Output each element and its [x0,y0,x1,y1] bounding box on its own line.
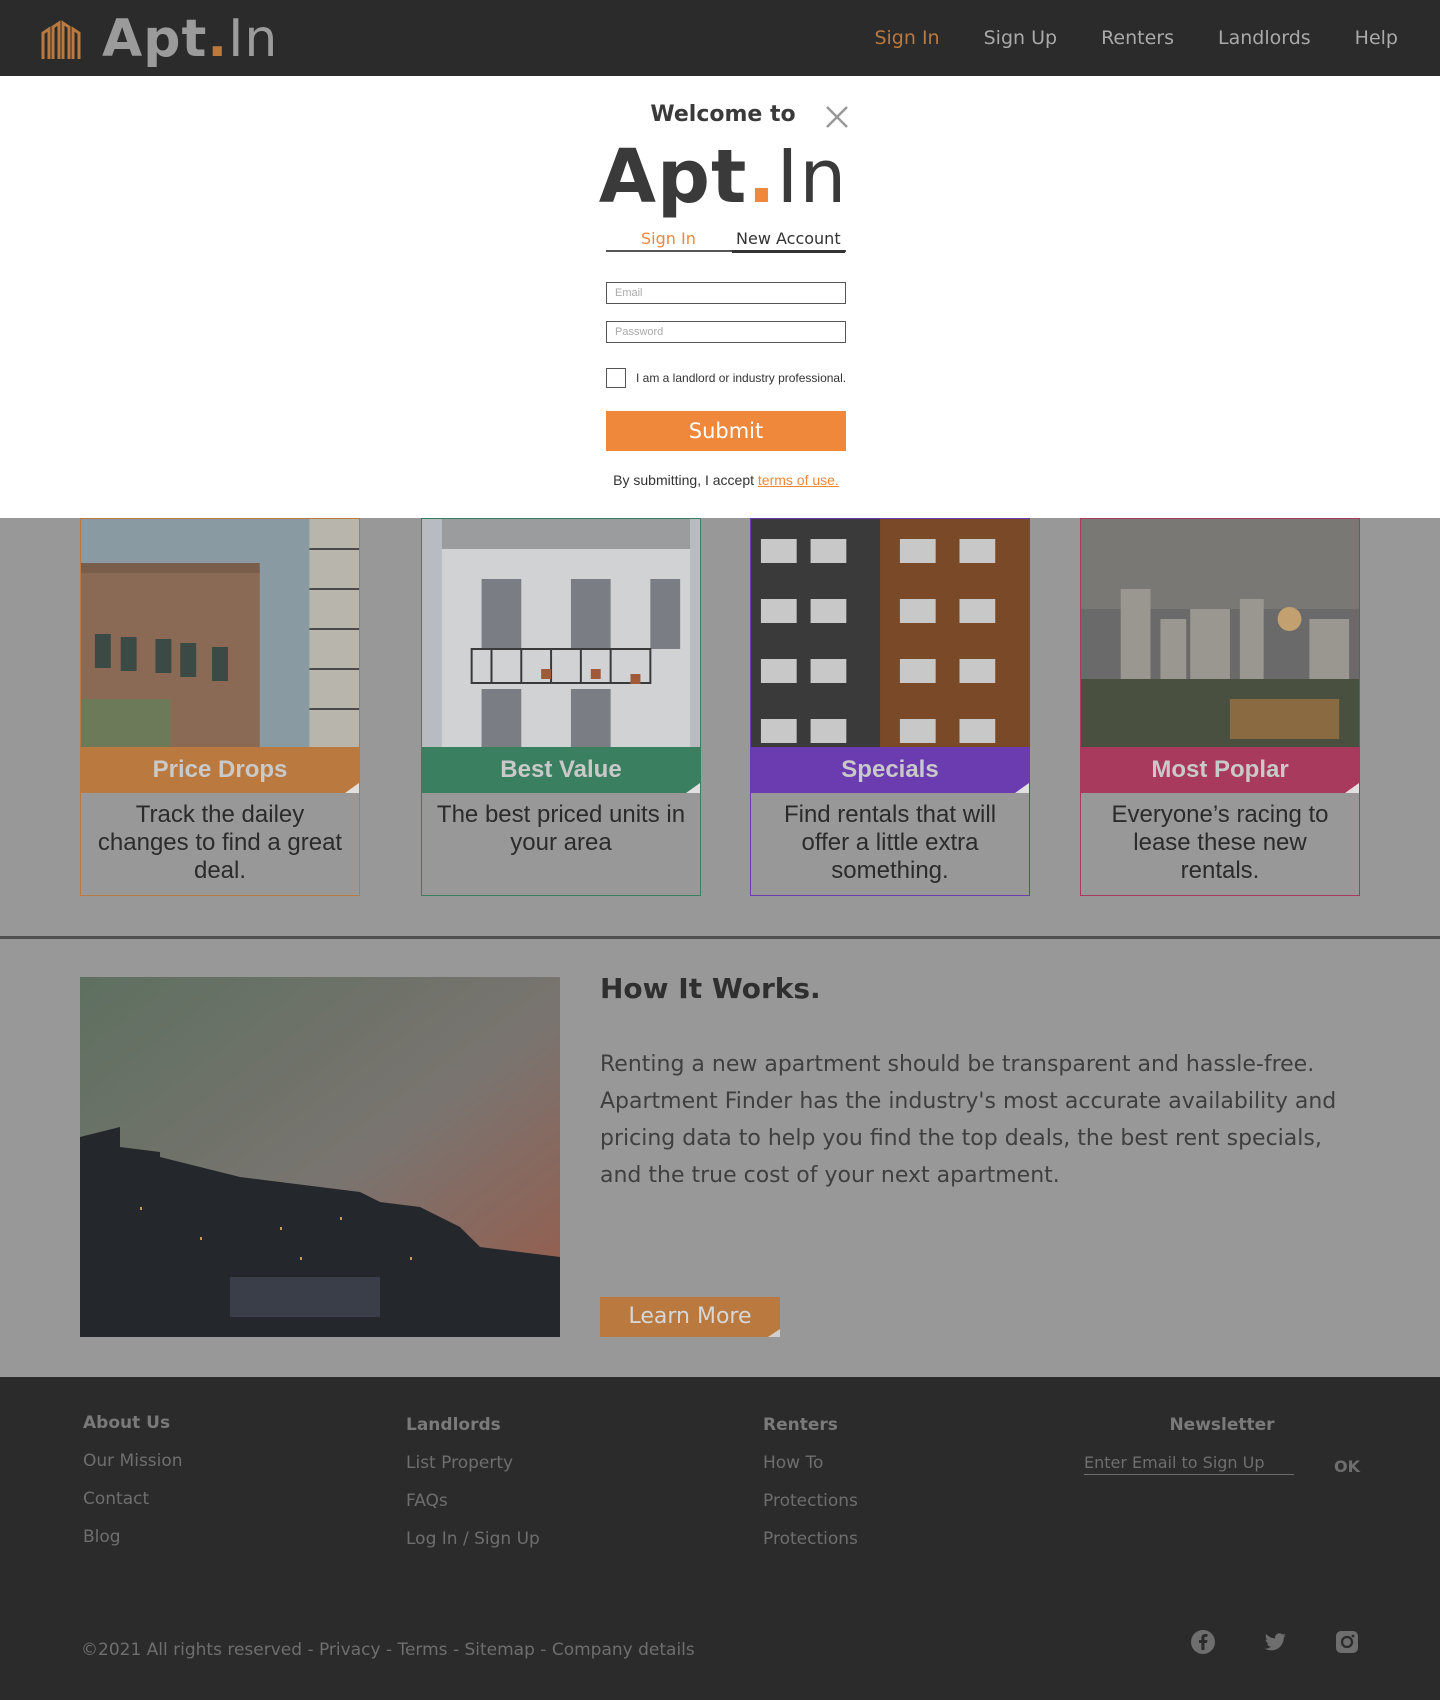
main-nav: Sign In Sign Up Renters Landlords Help [852,0,1440,76]
instagram-icon[interactable] [1334,1629,1360,1655]
card-title: Best Value [422,747,700,793]
footer-link[interactable]: Blog [83,1527,183,1565]
close-icon[interactable] [824,104,850,130]
footer-heading[interactable]: About Us [83,1413,183,1433]
site-logo[interactable]: Apt.In [40,10,278,68]
facebook-icon[interactable] [1190,1629,1216,1655]
top-header: Apt.In Sign In Sign Up Renters Landlords… [0,0,1440,76]
learn-more-button[interactable]: Learn More [600,1297,780,1337]
email-field[interactable] [606,282,846,304]
terms-text: By submitting, I accept terms of use. [0,472,1440,488]
footer-link[interactable]: How To [763,1453,858,1491]
tab-new-account[interactable]: New Account [732,228,845,253]
nav-sign-up[interactable]: Sign Up [984,27,1057,49]
landlord-checkbox[interactable] [606,368,626,388]
submit-button[interactable]: Submit [606,411,846,451]
password-field[interactable] [606,321,846,343]
how-it-works-body: Renting a new apartment should be transp… [600,1052,1337,1188]
modal-welcome: Welcome to [650,102,796,127]
modal-logo: Apt.In [598,134,848,220]
card-title: Specials [751,747,1029,793]
section-divider [0,936,1440,939]
modal-tabs: Sign In New Account [606,228,846,253]
card-image-city-skyline [1081,519,1359,747]
card-specials[interactable]: Specials Find rentals that will offer a … [750,518,1030,896]
card-description: Track the dailey changes to find a great… [97,801,343,884]
terms-link[interactable]: terms of use. [758,472,839,488]
copyright-text: ©2021 All rights reserved - Privacy - Te… [81,1640,695,1660]
landlord-checkbox-label: I am a landlord or industry professional… [636,371,847,385]
nav-landlords[interactable]: Landlords [1218,27,1311,49]
sign-in-modal: Welcome to Apt.In Sign In New Account I … [0,76,1440,518]
logo-wordmark: Apt.In [102,9,279,69]
footer-col-landlords: Landlords List Property FAQs Log In / Si… [406,1415,540,1567]
card-title: Most Poplar [1081,747,1359,793]
nav-help[interactable]: Help [1355,27,1398,49]
nav-renters[interactable]: Renters [1101,27,1174,49]
footer-link[interactable]: Log In / Sign Up [406,1529,540,1567]
footer-link[interactable]: Protections [763,1529,858,1567]
card-description: Everyone’s racing to lease these new ren… [1111,801,1329,884]
footer-heading: Renters [763,1415,838,1435]
newsletter-email-input[interactable] [1084,1451,1294,1475]
card-title: Price Drops [81,747,359,793]
footer-link[interactable]: Our Mission [83,1451,183,1489]
footer-col-about: About Us Our Mission Contact Blog [83,1413,183,1565]
terms-prefix: By submitting, I accept [613,472,758,488]
card-price-drops[interactable]: Price Drops Track the dailey changes to … [80,518,360,896]
footer-link[interactable]: Contact [83,1489,183,1527]
landlord-checkbox-row: I am a landlord or industry professional… [606,368,846,388]
buildings-logo-icon [41,20,81,59]
how-it-works-image-sunset-buildings [80,977,560,1337]
newsletter-ok-button[interactable]: OK [1334,1457,1360,1476]
card-description: The best priced units in your area [436,801,686,856]
footer-heading: Landlords [406,1415,501,1435]
how-it-works-title: How It Works. [600,972,821,1005]
footer-link[interactable]: FAQs [406,1491,540,1529]
footer-link[interactable]: List Property [406,1453,540,1491]
newsletter-heading: Newsletter [1169,1415,1275,1435]
card-image-brick-building [81,519,359,747]
nav-sign-in[interactable]: Sign In [874,27,939,49]
card-best-value[interactable]: Best Value The best priced units in your… [421,518,701,896]
tab-sign-in[interactable]: Sign In [641,228,696,250]
card-description: Find rentals that will offer a little ex… [783,801,997,884]
footer-link[interactable]: Protections [763,1491,858,1529]
footer-col-renters: Renters How To Protections Protections [763,1415,858,1567]
newsletter-signup: Newsletter OK [1084,1415,1360,1476]
card-image-orange-facade [751,519,1029,747]
twitter-icon[interactable] [1262,1629,1288,1655]
card-image-white-balconies [422,519,700,747]
card-most-popular[interactable]: Most Poplar Everyone’s racing to lease t… [1080,518,1360,896]
